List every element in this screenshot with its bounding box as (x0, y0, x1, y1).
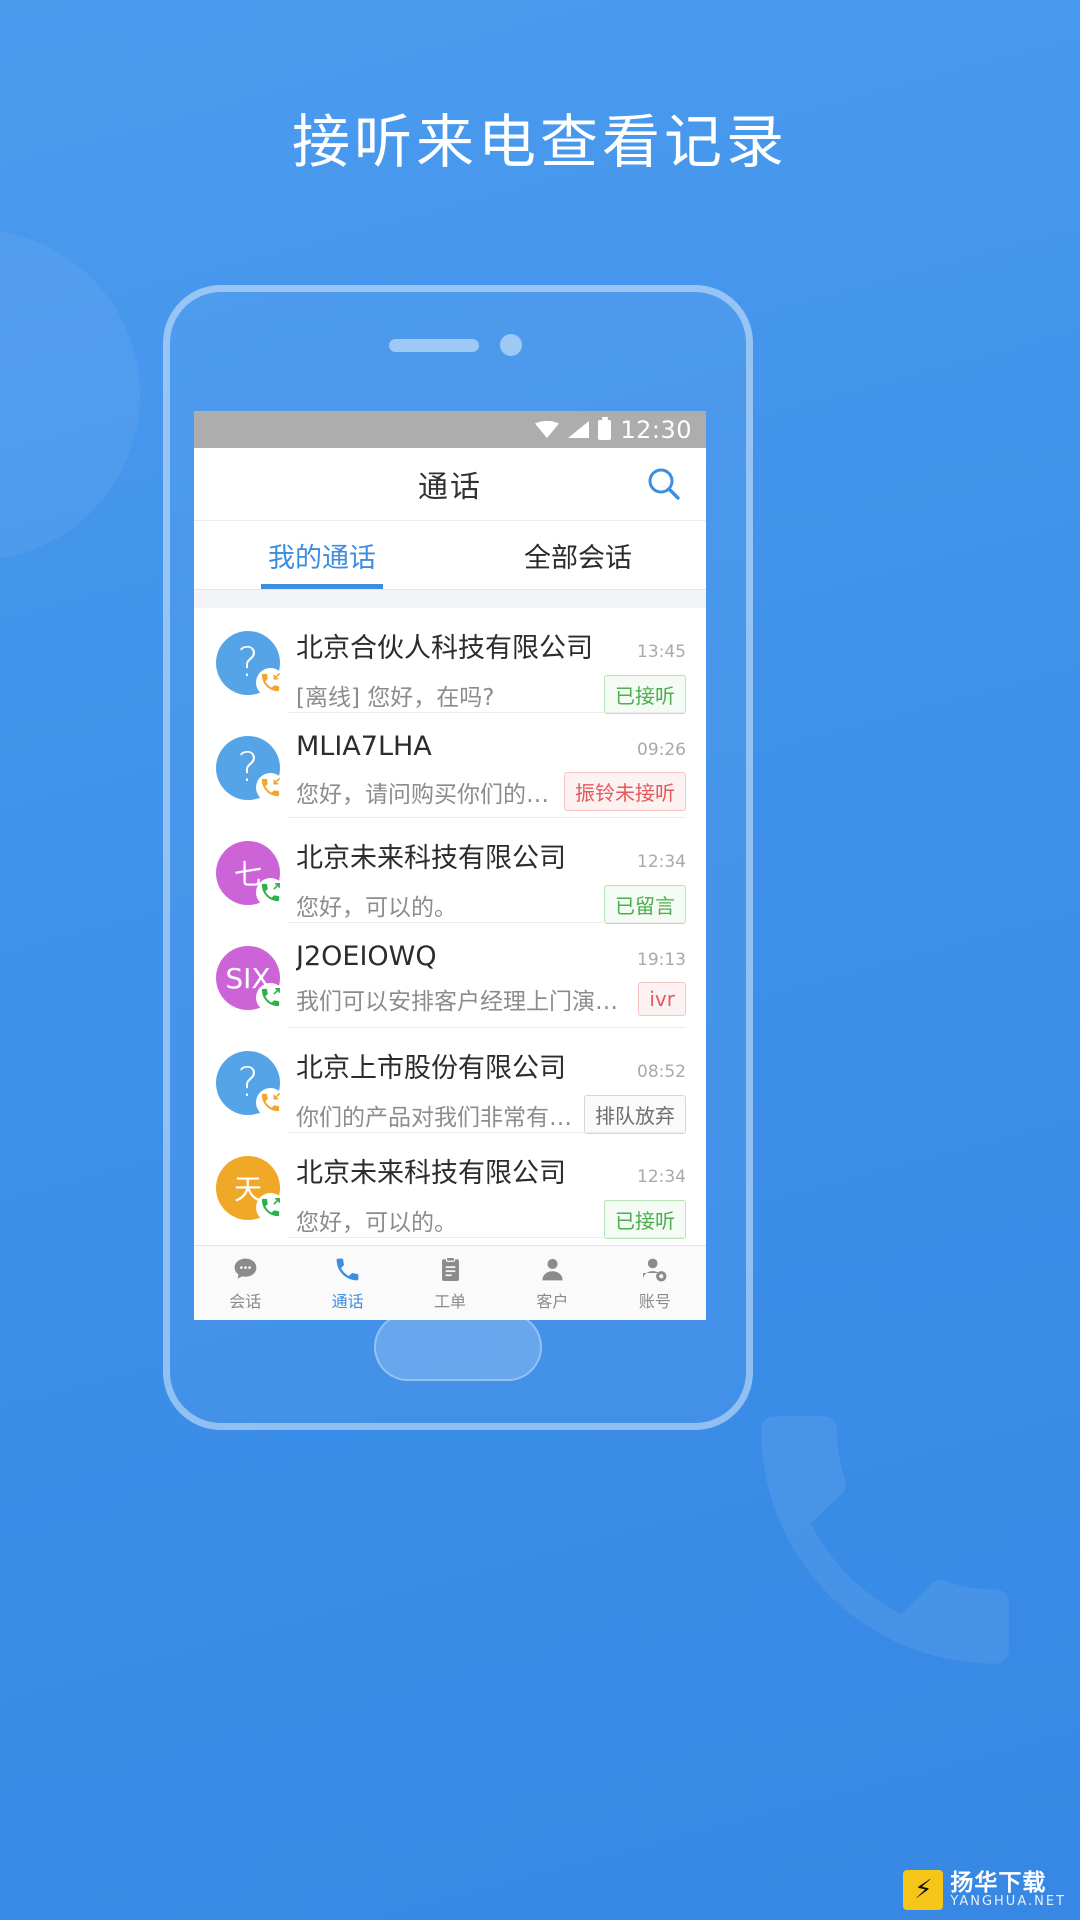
status-bar-clock: 12:30 (620, 415, 692, 444)
outgoing-call-icon (256, 1193, 285, 1222)
nav-item-tickets[interactable]: 工单 (399, 1246, 501, 1320)
phone-screen: 12:30 通话 我的通话 全部会话 ? 北京合伙人科技有限公司 13:45 [… (194, 411, 706, 1320)
call-time: 19:13 (637, 950, 686, 970)
nav-item-sessions-label: 会话 (229, 1291, 262, 1311)
tab-separator (194, 590, 706, 608)
incoming-call-icon (256, 668, 285, 697)
status-badge: 已接听 (604, 1200, 686, 1239)
call-list-item[interactable]: 七 北京未来科技有限公司 12:34 您好，可以的。 已留言 (194, 818, 706, 924)
caller-name: 北京未来科技有限公司 (296, 1158, 566, 1189)
nav-item-calls-label: 通话 (331, 1291, 364, 1311)
avatar: ? (216, 736, 285, 802)
tab-my-calls-label: 我的通话 (268, 542, 376, 574)
nav-item-customers[interactable]: 客户 (501, 1246, 603, 1320)
chat-icon (231, 1255, 260, 1285)
status-badge: 排队放弃 (584, 1095, 686, 1134)
call-time: 12:34 (637, 852, 686, 872)
watermark-title: 扬华下载 (950, 1870, 1047, 1897)
phone-speaker-icon (389, 339, 479, 352)
caller-name: MLIA7LHA (296, 731, 432, 762)
watermark-logo-icon (903, 1870, 944, 1910)
tab-my-calls[interactable]: 我的通话 (194, 521, 450, 589)
call-list: ? 北京合伙人科技有限公司 13:45 [离线] 您好，在吗? 已接听 ? ML… (194, 608, 706, 1245)
person-icon (538, 1255, 567, 1285)
phone-mockup-frame: 12:30 通话 我的通话 全部会话 ? 北京合伙人科技有限公司 13:45 [… (163, 285, 753, 1430)
call-list-item[interactable]: ? MLIA7LHA 09:26 您好，请问购买你们的服务前可... 振铃未接听 (194, 713, 706, 818)
phone-home-button (374, 1313, 542, 1381)
list-divider (289, 1237, 686, 1238)
wifi-icon (535, 421, 560, 438)
call-time: 12:34 (637, 1167, 686, 1187)
call-time: 13:45 (637, 642, 686, 662)
call-item-content: 北京上市股份有限公司 08:52 你们的产品对我们非常有帮助。 排队放弃 (280, 1046, 686, 1134)
status-badge: 振铃未接听 (564, 772, 686, 811)
caller-name: 北京合伙人科技有限公司 (296, 633, 593, 664)
outgoing-call-icon (256, 878, 285, 907)
caller-name: 北京未来科技有限公司 (296, 843, 566, 874)
call-item-content: J2OEIOWQ 19:13 我们可以安排客户经理上门演示。 ivr (280, 941, 686, 1016)
bottom-navigation: 会话 通话 工单 客户 账号 (194, 1245, 706, 1320)
call-list-item[interactable]: SIX J2OEIOWQ 19:13 我们可以安排客户经理上门演示。 ivr (194, 923, 706, 1028)
nav-item-sessions[interactable]: 会话 (194, 1246, 296, 1320)
page-title: 接听来电查看记录 (291, 108, 788, 176)
call-preview-text: 您好，请问购买你们的服务前可... (296, 781, 554, 808)
phone-camera-icon (500, 334, 522, 356)
app-header: 通话 (194, 448, 706, 521)
tab-bar: 我的通话 全部会话 (194, 521, 706, 590)
nav-item-calls[interactable]: 通话 (296, 1246, 398, 1320)
avatar: 天 (216, 1156, 285, 1222)
status-badge: 已留言 (604, 885, 686, 924)
watermark: 扬华下载 YANGHUA.NET (903, 1870, 1066, 1910)
search-icon[interactable] (644, 464, 684, 504)
call-preview-text: [离线] 您好，在吗? (296, 684, 495, 711)
call-preview-text: 您好，可以的。 (296, 894, 457, 921)
call-item-content: 北京合伙人科技有限公司 13:45 [离线] 您好，在吗? 已接听 (280, 626, 686, 714)
incoming-call-icon (256, 773, 285, 802)
nav-item-account[interactable]: 账号 (604, 1246, 706, 1320)
call-item-content: 北京未来科技有限公司 12:34 您好，可以的。 已接听 (280, 1151, 686, 1239)
watermark-url: YANGHUA.NET (950, 1894, 1066, 1910)
person-gear-icon (640, 1255, 669, 1285)
call-time: 09:26 (637, 740, 686, 760)
avatar: 七 (216, 841, 285, 907)
tab-all-sessions[interactable]: 全部会话 (450, 521, 706, 589)
caller-name: 北京上市股份有限公司 (296, 1053, 566, 1084)
status-badge: ivr (638, 982, 686, 1016)
background-phone-glyph-icon (720, 1375, 1050, 1705)
call-item-content: 北京未来科技有限公司 12:34 您好，可以的。 已留言 (280, 836, 686, 924)
nav-item-account-label: 账号 (638, 1291, 671, 1311)
incoming-call-icon (256, 1088, 285, 1117)
status-badge: 已接听 (604, 675, 686, 714)
battery-icon (598, 416, 612, 440)
call-time: 08:52 (637, 1062, 686, 1082)
call-preview-text: 我们可以安排客户经理上门演示。 (296, 989, 629, 1015)
clipboard-icon (436, 1255, 465, 1285)
signal-icon (568, 421, 590, 438)
nav-item-tickets-label: 工单 (434, 1291, 467, 1311)
nav-item-customers-label: 客户 (536, 1291, 569, 1311)
header-title: 通话 (418, 470, 482, 505)
caller-name: J2OEIOWQ (296, 941, 437, 972)
call-list-item[interactable]: ? 北京合伙人科技有限公司 13:45 [离线] 您好，在吗? 已接听 (194, 608, 706, 714)
status-bar: 12:30 (194, 411, 706, 448)
call-preview-text: 您好，可以的。 (296, 1209, 457, 1236)
call-item-content: MLIA7LHA 09:26 您好，请问购买你们的服务前可... 振铃未接听 (280, 731, 686, 811)
call-list-item[interactable]: ? 北京上市股份有限公司 08:52 你们的产品对我们非常有帮助。 排队放弃 (194, 1028, 706, 1134)
call-preview-text: 你们的产品对我们非常有帮助。 (296, 1104, 574, 1131)
call-list-item[interactable]: 天 北京未来科技有限公司 12:34 您好，可以的。 已接听 (194, 1133, 706, 1239)
phone-icon (333, 1255, 362, 1285)
avatar: ? (216, 1051, 285, 1117)
avatar: SIX (216, 946, 285, 1012)
outgoing-call-icon (256, 983, 285, 1012)
tab-all-sessions-label: 全部会话 (524, 542, 632, 574)
avatar: ? (216, 631, 285, 697)
